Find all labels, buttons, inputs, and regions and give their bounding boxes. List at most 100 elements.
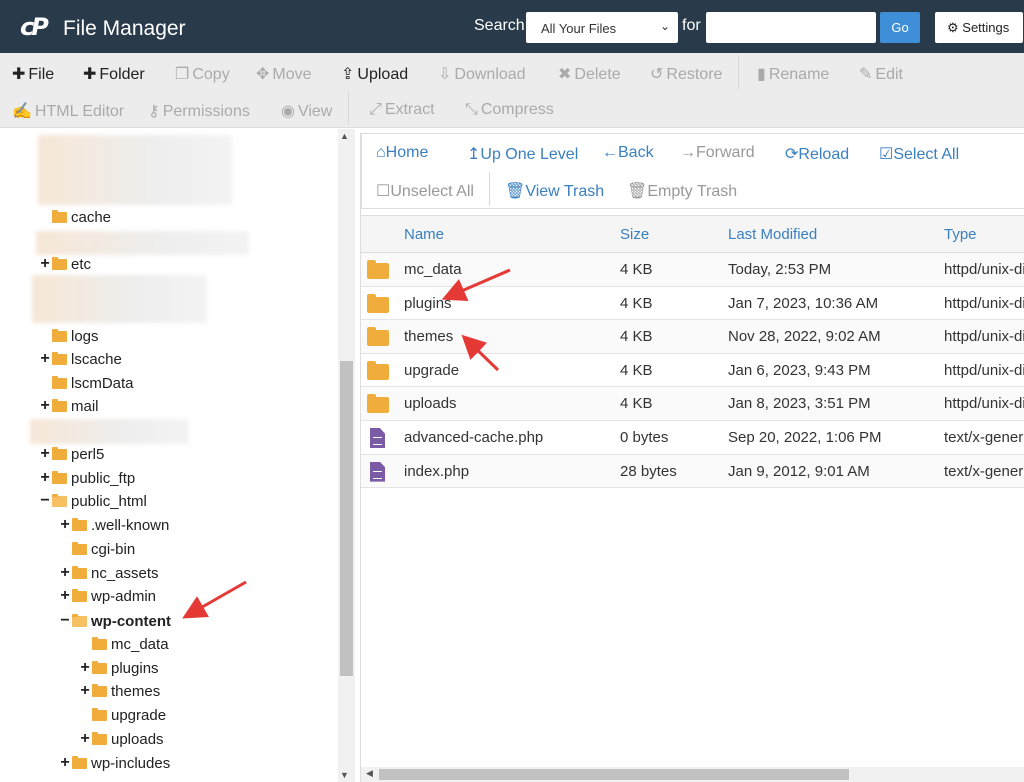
- toolbar-html-editor-button[interactable]: ✍ HTML Editor: [12, 101, 124, 121]
- tree-item[interactable]: logs: [38, 326, 99, 346]
- expand-icon[interactable]: +: [38, 350, 52, 368]
- file-size: 4 KB: [620, 294, 653, 312]
- scroll-thumb[interactable]: [340, 361, 353, 676]
- tree-item[interactable]: − public_html: [38, 491, 147, 511]
- nav-view-trash-button[interactable]: 🗑View Trash: [505, 181, 604, 201]
- file-modified: Today, 2:53 PM: [728, 261, 832, 278]
- go-button[interactable]: Go: [880, 12, 920, 43]
- file-name[interactable]: themes: [404, 328, 453, 345]
- tree-item[interactable]: + nc_assets: [58, 563, 158, 583]
- folder-icon: [92, 731, 107, 745]
- col-name[interactable]: Name: [404, 226, 444, 243]
- tree-item[interactable]: + etc: [38, 254, 91, 274]
- nav-home-button[interactable]: ⌂Home: [376, 144, 428, 162]
- table-row[interactable]: themes 4 KB Nov 28, 2022, 9:02 AM httpd/…: [361, 320, 1024, 354]
- toolbar-move-button[interactable]: ✥ Move: [256, 64, 312, 84]
- expand-icon[interactable]: +: [38, 255, 52, 273]
- collapse-icon[interactable]: −: [58, 612, 72, 630]
- file-icon: [367, 461, 385, 486]
- toolbar-upload-button[interactable]: ⇪ Upload: [341, 64, 408, 84]
- expand-icon[interactable]: +: [58, 587, 72, 605]
- table-header: Name Size Last Modified Type: [361, 216, 1024, 253]
- tree-item[interactable]: + wp-includes: [58, 753, 170, 773]
- col-modified[interactable]: Last Modified: [728, 226, 817, 243]
- toolbar-restore-button[interactable]: ↺ Restore: [650, 64, 722, 84]
- file-modified: Jan 8, 2023, 3:51 PM: [728, 395, 871, 413]
- col-size[interactable]: Size: [620, 226, 649, 243]
- toolbar-folder-button[interactable]: ✚ Folder: [83, 64, 145, 84]
- horizontal-scrollbar[interactable]: ◀: [361, 767, 1024, 782]
- scroll-thumb[interactable]: [379, 769, 849, 780]
- tree-item[interactable]: mc_data: [78, 634, 169, 654]
- tree-item[interactable]: cache: [38, 207, 111, 227]
- tree-item[interactable]: + wp-admin: [58, 586, 156, 606]
- tree-item[interactable]: + lscache: [38, 349, 122, 369]
- toolbar-compress-button[interactable]: ⤡ Compress: [465, 101, 554, 119]
- nav-up-one-level-button[interactable]: ↥Up One Level: [467, 144, 578, 164]
- toolbar: ✚ File ✚ Folder ❐ Copy ✥ Move ⇪ Upload ⇩ Download ✖ D…: [0, 53, 1024, 128]
- tree-scrollbar[interactable]: ▲ ▼: [338, 129, 355, 782]
- expand-icon[interactable]: +: [38, 469, 52, 487]
- file-name[interactable]: advanced-cache.php: [404, 429, 543, 446]
- expand-icon[interactable]: +: [78, 682, 92, 700]
- file-modified: Jan 9, 2012, 9:01 AM: [728, 462, 870, 480]
- tree-item[interactable]: + uploads: [78, 729, 163, 749]
- navigation-bar: ⌂Home ↥Up One Level ←Back →Forward ⟳Reload ☑S…: [361, 133, 1024, 209]
- col-type[interactable]: Type: [944, 226, 977, 243]
- table-row[interactable]: index.php 28 bytes Jan 9, 2012, 9:01 AM …: [361, 454, 1024, 489]
- file-name[interactable]: index.php: [404, 463, 469, 480]
- tree-item[interactable]: + public_ftp: [38, 468, 135, 488]
- collapse-icon[interactable]: −: [38, 492, 52, 510]
- expand-icon[interactable]: +: [78, 730, 92, 748]
- expand-icon[interactable]: +: [38, 445, 52, 463]
- tree-item[interactable]: + .well-known: [58, 515, 169, 535]
- toolbar-delete-button[interactable]: ✖ Delete: [558, 64, 621, 84]
- tree-item[interactable]: upgrade: [78, 705, 166, 725]
- table-row[interactable]: mc_data 4 KB Today, 2:53 PM httpd/unix-d…: [361, 253, 1024, 287]
- folder-icon: [72, 755, 87, 769]
- toolbar-file-button[interactable]: ✚ File: [12, 64, 54, 84]
- toolbar-download-button[interactable]: ⇩ Download: [438, 64, 526, 84]
- tree-item[interactable]: + themes: [78, 681, 160, 701]
- tree-item[interactable]: lscmData: [38, 373, 134, 393]
- expand-icon[interactable]: +: [58, 754, 72, 772]
- tree-item[interactable]: cgi-bin: [58, 539, 135, 559]
- file-modified: Sep 20, 2022, 1:06 PM: [728, 428, 882, 446]
- tree-item[interactable]: + perl5: [38, 444, 104, 464]
- toolbar-view-button[interactable]: ◉ View: [281, 101, 332, 121]
- expand-icon[interactable]: +: [78, 659, 92, 677]
- tree-item[interactable]: − wp-content: [58, 611, 171, 631]
- expand-icon[interactable]: +: [58, 516, 72, 534]
- file-name[interactable]: uploads: [404, 395, 457, 412]
- nav-reload-button[interactable]: ⟳Reload: [785, 144, 849, 164]
- nav-forward-button[interactable]: →Forward: [680, 144, 755, 162]
- tree-item[interactable]: + plugins: [78, 658, 158, 678]
- toolbar-permissions-button[interactable]: ⚷ Permissions: [148, 101, 250, 121]
- toolbar-copy-button[interactable]: ❐ Copy: [175, 64, 230, 84]
- file-name[interactable]: upgrade: [404, 362, 459, 379]
- file-name[interactable]: mc_data: [404, 261, 462, 278]
- check-square-icon: ☑: [879, 146, 894, 163]
- table-row[interactable]: plugins 4 KB Jan 7, 2023, 10:36 AM httpd…: [361, 287, 1024, 321]
- toolbar-rename-button[interactable]: ▮ Rename: [757, 64, 829, 84]
- search-scope-select[interactable]: All Your Files ⌄: [526, 12, 678, 43]
- toolbar-edit-button[interactable]: ✎ Edit: [859, 64, 903, 84]
- table-row[interactable]: advanced-cache.php 0 bytes Sep 20, 2022,…: [361, 421, 1024, 455]
- table-row[interactable]: upgrade 4 KB Jan 6, 2023, 9:43 PM httpd/…: [361, 354, 1024, 388]
- toolbar-extract-button[interactable]: ⤢ Extract: [369, 101, 435, 119]
- table-row[interactable]: uploads 4 KB Jan 8, 2023, 3:51 PM httpd/…: [361, 387, 1024, 421]
- redacted-area: [30, 419, 189, 444]
- settings-button[interactable]: ⚙ Settings: [935, 12, 1023, 43]
- nav-back-button[interactable]: ←Back: [602, 144, 654, 162]
- for-label: for: [682, 17, 701, 34]
- tree-item[interactable]: + mail: [38, 396, 98, 416]
- file-name[interactable]: plugins: [404, 295, 452, 312]
- search-input[interactable]: [706, 12, 876, 43]
- compress-icon: ⤡: [465, 101, 478, 118]
- nav-select-all-button[interactable]: ☑Select All: [879, 144, 959, 164]
- nav-unselect-all-button[interactable]: ☐Unselect All: [376, 181, 474, 201]
- nav-empty-trash-button[interactable]: 🗑Empty Trash: [627, 181, 737, 201]
- button-label: Permissions: [162, 103, 250, 120]
- expand-icon[interactable]: +: [58, 564, 72, 582]
- expand-icon[interactable]: +: [38, 397, 52, 415]
